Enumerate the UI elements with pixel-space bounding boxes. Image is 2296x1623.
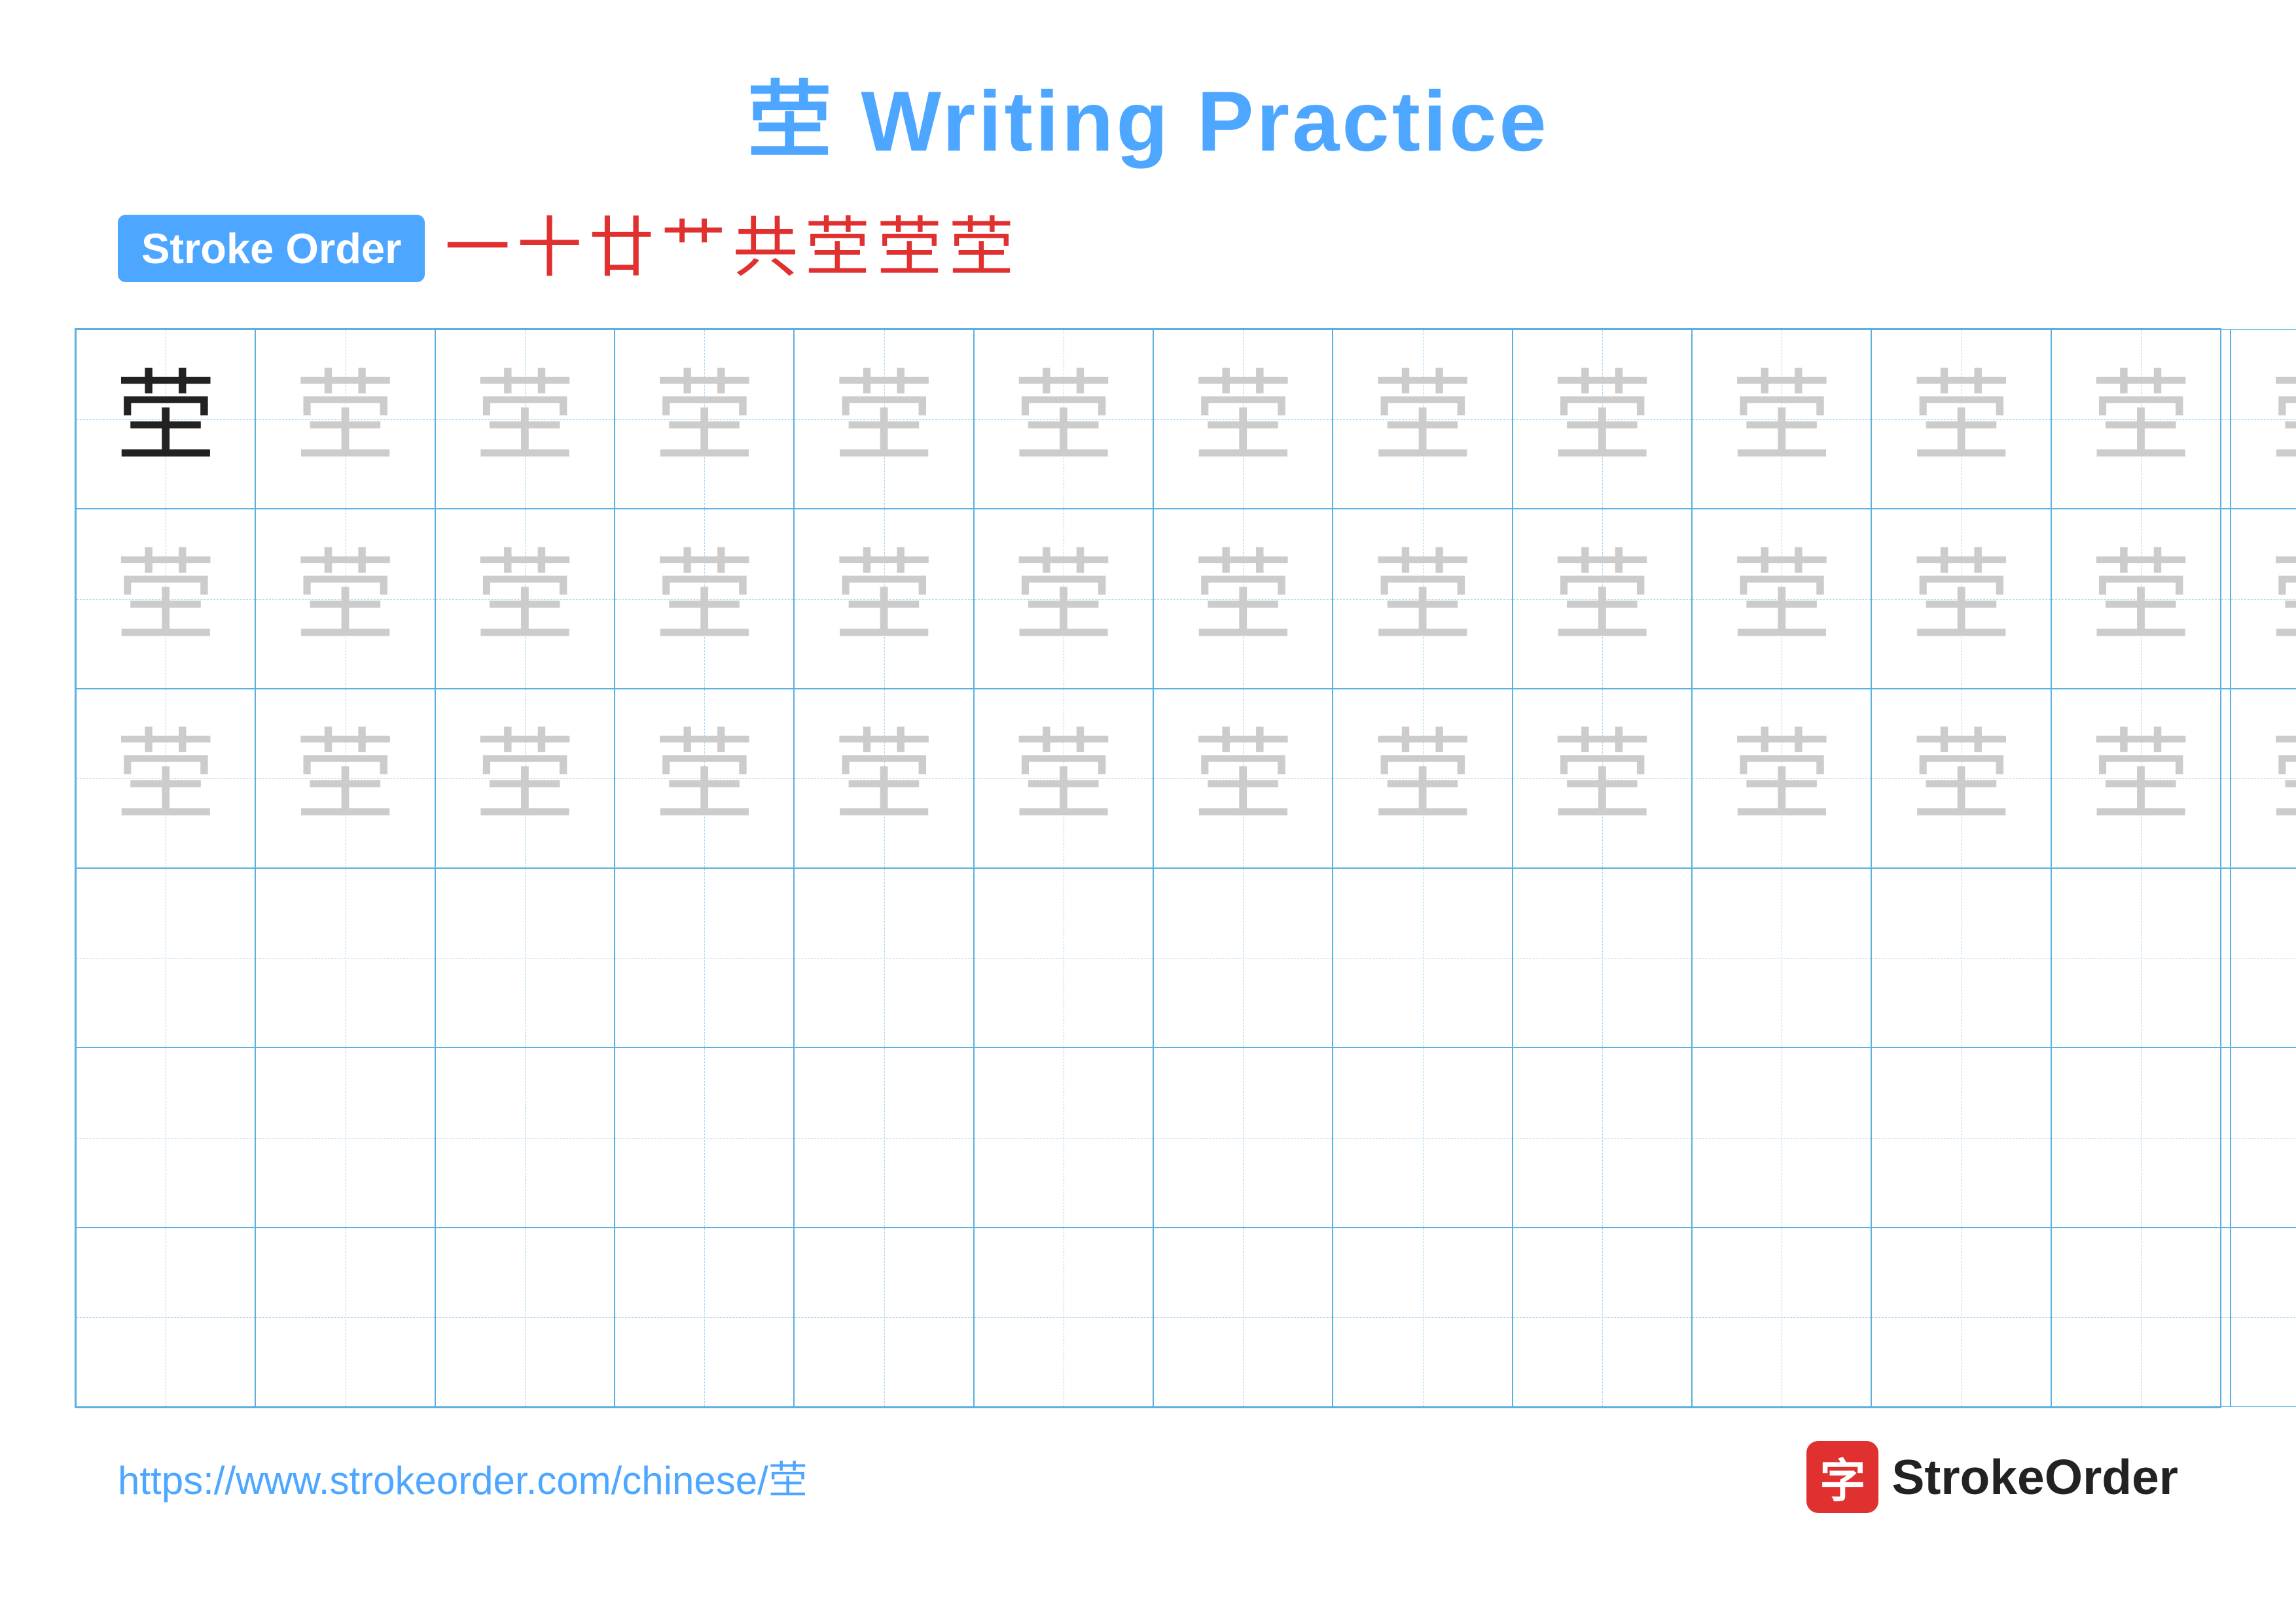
stroke-2: 十 [516, 216, 582, 282]
footer-logo: 字 StrokeOrder [1806, 1441, 2178, 1513]
grid-cell[interactable]: 茔 [974, 329, 1153, 509]
stroke-order-badge: Stroke Order [118, 215, 425, 282]
grid-cell[interactable]: 茔 [2231, 329, 2296, 509]
grid-cell[interactable] [76, 1048, 255, 1227]
grid-cell[interactable]: 茔 [1871, 509, 2051, 688]
grid-cell[interactable]: 茔 [615, 329, 794, 509]
grid-cell[interactable] [1513, 868, 1692, 1048]
grid-cell[interactable] [1513, 1048, 1692, 1227]
grid-cell[interactable] [2051, 1048, 2231, 1227]
grid-cell[interactable] [255, 1048, 435, 1227]
grid-cell[interactable] [1153, 1228, 1333, 1407]
grid-cell[interactable]: 茔 [1513, 509, 1692, 688]
grid-cell[interactable] [1692, 1228, 1871, 1407]
grid-cell[interactable]: 茔 [1153, 509, 1333, 688]
grid-cell[interactable]: 茔 [1153, 329, 1333, 509]
grid-cell[interactable]: 茔 [255, 329, 435, 509]
stroke-4: 艹 [660, 216, 726, 282]
grid-cell[interactable] [1513, 1228, 1692, 1407]
grid-cell[interactable]: 茔 [1513, 329, 1692, 509]
grid-cell[interactable]: 茔 [255, 509, 435, 688]
footer-url[interactable]: https://www.strokeorder.com/chinese/茔 [118, 1449, 808, 1506]
grid-cell[interactable]: 茔 [76, 689, 255, 868]
grid-cell[interactable] [1871, 1048, 2051, 1227]
grid-cell[interactable]: 茔 [76, 329, 255, 509]
stroke-1: 一 [444, 216, 510, 282]
grid-cell[interactable] [615, 1048, 794, 1227]
grid-cell[interactable]: 茔 [2231, 689, 2296, 868]
grid-cell[interactable] [615, 1228, 794, 1407]
grid-cell[interactable]: 茔 [435, 689, 615, 868]
grid-cell[interactable]: 茔 [794, 509, 973, 688]
stroke-6: 茔 [804, 216, 870, 282]
grid-cell[interactable]: 茔 [615, 509, 794, 688]
grid-cell[interactable] [1153, 868, 1333, 1048]
stroke-5: 共 [732, 216, 798, 282]
grid-cell[interactable] [76, 1228, 255, 1407]
grid-cell[interactable] [2231, 1048, 2296, 1227]
grid-cell[interactable] [974, 1048, 1153, 1227]
grid-cell[interactable] [435, 1048, 615, 1227]
grid-cell[interactable] [1333, 1228, 1512, 1407]
grid-cell[interactable] [255, 1228, 435, 1407]
grid-cell[interactable] [76, 868, 255, 1048]
grid-cell[interactable]: 茔 [1692, 329, 1871, 509]
stroke-8: 茔 [948, 216, 1014, 282]
stroke-order-row: Stroke Order 一 十 廿 艹 共 茔 茔 茔 [118, 215, 1014, 282]
grid-cell[interactable]: 茔 [794, 689, 973, 868]
grid-cell[interactable]: 茔 [1871, 689, 2051, 868]
grid-cell[interactable] [1153, 1048, 1333, 1227]
grid-cell[interactable]: 茔 [255, 689, 435, 868]
grid-cell[interactable]: 茔 [2051, 329, 2231, 509]
writing-grid: 茔茔茔茔茔茔茔茔茔茔茔茔茔茔茔茔茔茔茔茔茔茔茔茔茔茔茔茔茔茔茔茔茔茔茔茔茔茔茔 [75, 328, 2221, 1408]
grid-cell[interactable] [1871, 868, 2051, 1048]
page: 茔 Writing Practice Stroke Order 一 十 廿 艹 … [0, 0, 2296, 1623]
grid-cell[interactable]: 茔 [1513, 689, 1692, 868]
title-char: 茔 [747, 73, 834, 169]
footer: https://www.strokeorder.com/chinese/茔 字 … [79, 1441, 2217, 1513]
logo-name: StrokeOrder [1892, 1449, 2178, 1505]
logo-icon: 字 [1806, 1441, 1878, 1513]
grid-cell[interactable] [255, 868, 435, 1048]
grid-cell[interactable]: 茔 [1692, 689, 1871, 868]
grid-cell[interactable]: 茔 [2051, 689, 2231, 868]
grid-cell[interactable] [615, 868, 794, 1048]
stroke-chars: 一 十 廿 艹 共 茔 茔 茔 [444, 216, 1014, 282]
grid-cell[interactable] [2051, 868, 2231, 1048]
grid-cell[interactable]: 茔 [1153, 689, 1333, 868]
grid-cell[interactable]: 茔 [435, 329, 615, 509]
grid-cell[interactable]: 茔 [974, 509, 1153, 688]
grid-cell[interactable]: 茔 [76, 509, 255, 688]
grid-cell[interactable]: 茔 [1333, 689, 1512, 868]
grid-cell[interactable]: 茔 [1333, 329, 1512, 509]
grid-cell[interactable] [2231, 1228, 2296, 1407]
page-title: 茔 Writing Practice [747, 52, 1549, 175]
stroke-7: 茔 [876, 216, 942, 282]
grid-cell[interactable] [974, 1228, 1153, 1407]
grid-cell[interactable] [794, 1228, 973, 1407]
grid-cell[interactable] [435, 868, 615, 1048]
grid-cell[interactable]: 茔 [2231, 509, 2296, 688]
grid-cell[interactable] [1333, 1048, 1512, 1227]
grid-cell[interactable] [435, 1228, 615, 1407]
grid-cell[interactable] [1692, 868, 1871, 1048]
grid-cell[interactable]: 茔 [435, 509, 615, 688]
grid-cell[interactable] [1333, 868, 1512, 1048]
grid-cell[interactable]: 茔 [1871, 329, 2051, 509]
grid-cell[interactable]: 茔 [1333, 509, 1512, 688]
grid-cell[interactable] [794, 868, 973, 1048]
grid-cell[interactable] [2051, 1228, 2231, 1407]
grid-cell[interactable] [974, 868, 1153, 1048]
grid-cell[interactable] [1692, 1048, 1871, 1227]
grid-cell[interactable] [794, 1048, 973, 1227]
stroke-3: 廿 [588, 216, 654, 282]
grid-cell[interactable] [1871, 1228, 2051, 1407]
grid-cell[interactable]: 茔 [2051, 509, 2231, 688]
grid-cell[interactable]: 茔 [794, 329, 973, 509]
grid-cell[interactable]: 茔 [974, 689, 1153, 868]
grid-cell[interactable] [2231, 868, 2296, 1048]
title-text: Writing Practice [834, 73, 1549, 169]
grid-cell[interactable]: 茔 [1692, 509, 1871, 688]
grid-cell[interactable]: 茔 [615, 689, 794, 868]
